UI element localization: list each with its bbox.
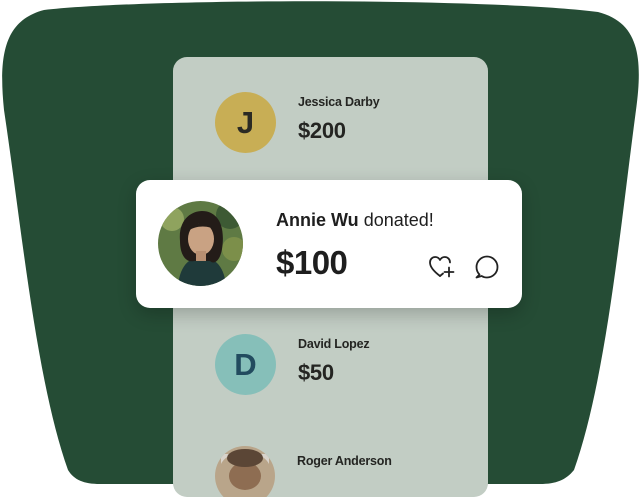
donor-name: Roger Anderson [297, 454, 392, 468]
donor-name: Annie Wu [276, 210, 359, 230]
donation-message: Annie Wu donated! [276, 210, 434, 231]
comment-icon [475, 255, 499, 279]
highlighted-donation-card: Annie Wu donated! $100 [136, 180, 522, 308]
avatar-initial: D [234, 346, 257, 382]
avatar: D [215, 334, 276, 395]
donation-amount: $100 [276, 244, 348, 281]
like-button[interactable] [426, 252, 456, 282]
donor-row-jessica: J Jessica Darby $200 [215, 92, 380, 153]
donor-name: Jessica Darby [298, 95, 380, 109]
donation-action: donated! [363, 210, 434, 230]
avatar: J [215, 92, 276, 153]
avatar-photo [158, 201, 243, 286]
avatar-photo [215, 446, 275, 497]
donor-amount: $200 [298, 118, 346, 143]
person-photo-icon [215, 446, 275, 497]
donor-name: David Lopez [298, 337, 370, 351]
comment-button[interactable] [472, 252, 502, 282]
donor-amount: $50 [298, 360, 334, 385]
donor-row-david: D David Lopez $50 [215, 334, 370, 395]
avatar-initial: J [236, 104, 255, 140]
person-photo-icon [158, 201, 243, 286]
donor-row-roger: Roger Anderson [215, 446, 392, 497]
heart-plus-icon [429, 256, 455, 278]
donation-feed-illustration: J Jessica Darby $200 D David Lopez $50 R… [0, 0, 642, 497]
